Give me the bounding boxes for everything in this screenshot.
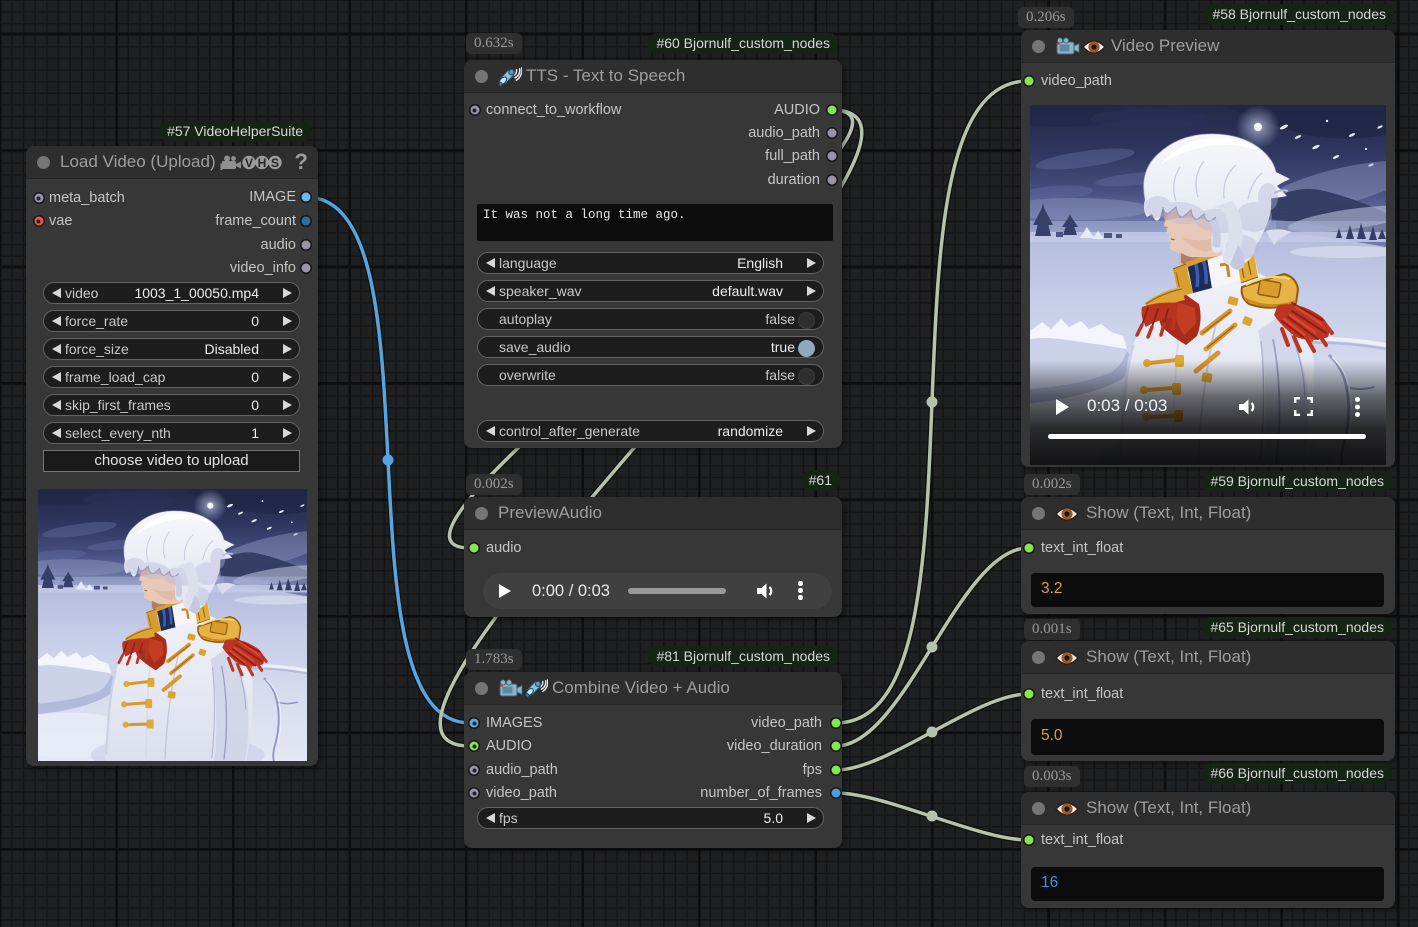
- svg-text:V: V: [245, 156, 253, 170]
- svg-text:S: S: [271, 156, 279, 170]
- svg-text:H: H: [258, 156, 267, 170]
